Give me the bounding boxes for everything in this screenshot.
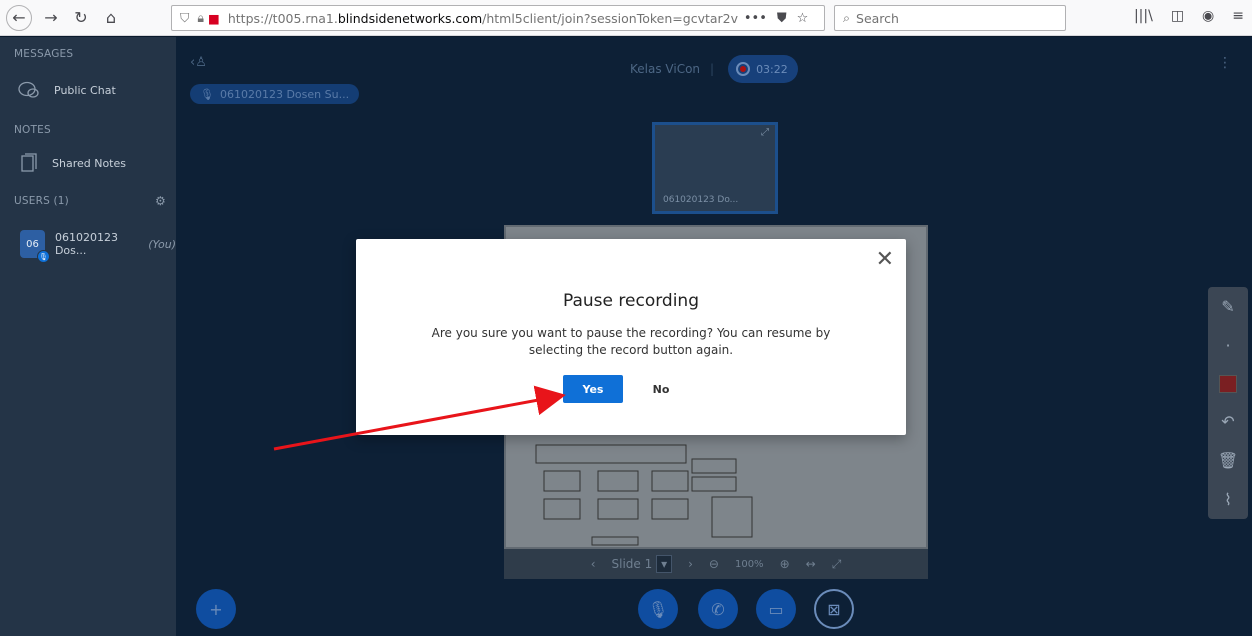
pocket-icon[interactable]: ⛊ (777, 11, 787, 26)
back-arrow-icon[interactable]: ← (6, 4, 32, 31)
account-icon[interactable]: ◉ (1202, 8, 1214, 24)
lock-icon[interactable]: 🔒︎ (197, 10, 204, 26)
url-text[interactable]: https://t005.rna1.blindsidenetworks.com/… (228, 11, 738, 26)
search-icon: ⌕ (843, 10, 851, 25)
forward-arrow-icon[interactable]: → (38, 5, 64, 31)
camera-permission-icon[interactable]: ■ (208, 11, 220, 26)
home-icon[interactable]: ⌂ (98, 5, 124, 31)
modal-title: Pause recording (563, 291, 699, 311)
page-actions-icon[interactable]: ••• (744, 11, 767, 26)
sidebar-toggle-icon[interactable]: ◫ (1171, 8, 1184, 24)
browser-toolbar: ← → ↻ ⌂ ⛉ 🔒︎ ■ https://t005.rna1.blindsi… (0, 0, 1252, 36)
reload-icon[interactable]: ↻ (68, 5, 94, 31)
yes-button[interactable]: Yes (563, 375, 623, 403)
search-placeholder: Search (856, 10, 899, 26)
library-icon[interactable]: |||\ (1134, 8, 1153, 24)
search-input[interactable]: ⌕ Search (834, 5, 1066, 31)
address-bar[interactable]: ⛉ 🔒︎ ■ https://t005.rna1.blindsidenetwor… (171, 5, 825, 31)
pause-recording-modal: ✕ Pause recording Are you sure you want … (356, 239, 906, 435)
menu-icon[interactable]: ≡ (1232, 8, 1244, 24)
close-icon[interactable]: ✕ (876, 249, 894, 271)
no-button[interactable]: No (641, 375, 681, 403)
bookmark-star-icon[interactable]: ☆ (797, 11, 809, 26)
modal-description: Are you sure you want to pause the recor… (431, 326, 831, 357)
shield-icon[interactable]: ⛉ (180, 10, 189, 26)
